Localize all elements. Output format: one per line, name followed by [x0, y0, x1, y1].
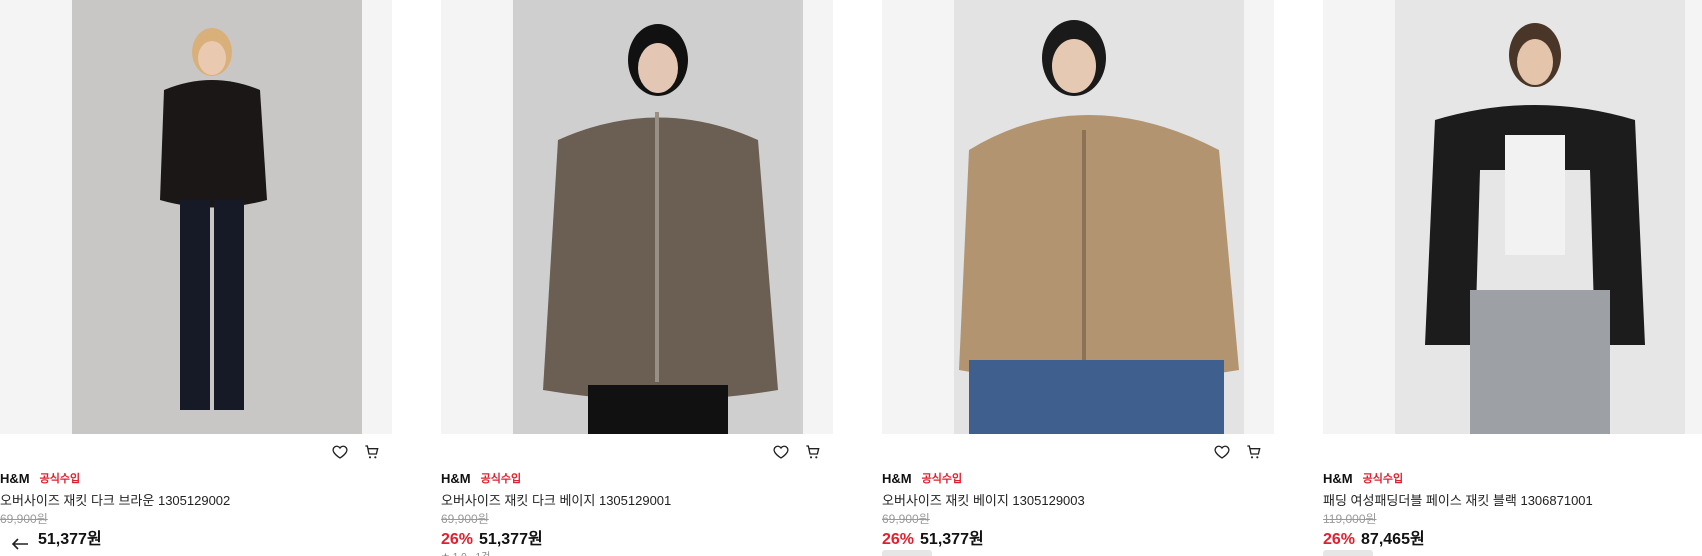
product-card[interactable]: H&M 공식수입 오버사이즈 재킷 다크 베이지 1305129001 69,9… [441, 0, 833, 556]
rating-summary: ★ 1.0 · 1건 [441, 548, 490, 556]
model-image [1395, 0, 1685, 434]
model-image [954, 0, 1244, 434]
product-grid: H&M 공식수입 오버사이즈 재킷 다크 브라운 1305129002 69,9… [0, 0, 1702, 556]
price-row: 51,377원 [38, 525, 102, 549]
promo-badge [1323, 550, 1373, 556]
product-card[interactable]: H&M 공식수입 오버사이즈 재킷 다크 브라운 1305129002 69,9… [0, 0, 392, 556]
product-photo[interactable] [1323, 0, 1702, 434]
discount-rate: 26% [1323, 531, 1356, 548]
product-name[interactable]: 패딩 여성패딩더블 페이스 재킷 블랙 1306871001 [1323, 490, 1593, 509]
product-photo[interactable] [0, 0, 392, 434]
sale-price: 51,377원 [920, 531, 984, 548]
brand-row: H&M 공식수입 [0, 470, 80, 486]
cart-icon[interactable] [1244, 442, 1264, 462]
official-badge: 공식수입 [1362, 473, 1404, 485]
heart-icon[interactable] [1212, 442, 1232, 462]
product-name[interactable]: 오버사이즈 재킷 다크 브라운 1305129002 [0, 490, 230, 509]
product-card[interactable]: H&M 공식수입 패딩 여성패딩더블 페이스 재킷 블랙 1306871001 … [1323, 0, 1702, 556]
cart-icon[interactable] [362, 442, 382, 462]
model-image [72, 0, 362, 434]
model-image [513, 0, 803, 434]
brand-name[interactable]: H&M [882, 471, 912, 486]
product-card[interactable]: H&M 공식수입 오버사이즈 재킷 베이지 1305129003 69,900원… [882, 0, 1274, 556]
card-actions [330, 442, 382, 462]
brand-row: H&M 공식수입 [441, 470, 521, 486]
price-row: 26% 51,377원 [882, 525, 984, 549]
brand-row: H&M 공식수입 [882, 470, 962, 486]
brand-name[interactable]: H&M [1323, 471, 1353, 486]
product-photo[interactable] [441, 0, 833, 434]
brand-name[interactable]: H&M [441, 471, 471, 486]
price-row: 26% 51,377원 [441, 525, 543, 549]
official-badge: 공식수입 [39, 473, 81, 485]
product-photo[interactable] [882, 0, 1274, 434]
heart-icon[interactable] [330, 442, 350, 462]
sale-price: 51,377원 [479, 531, 543, 548]
heart-icon[interactable] [771, 442, 791, 462]
product-name[interactable]: 오버사이즈 재킷 베이지 1305129003 [882, 490, 1085, 509]
sale-price: 51,377원 [38, 531, 102, 548]
arrow-left-icon [11, 538, 28, 550]
cart-icon[interactable] [803, 442, 823, 462]
official-badge: 공식수입 [480, 473, 522, 485]
card-actions [771, 442, 823, 462]
carousel-prev-button[interactable] [6, 532, 34, 556]
card-actions [1212, 442, 1264, 462]
brand-name[interactable]: H&M [0, 471, 30, 486]
promo-badge [882, 550, 932, 556]
sale-price: 87,465원 [1361, 531, 1425, 548]
product-name[interactable]: 오버사이즈 재킷 다크 베이지 1305129001 [441, 490, 671, 509]
price-row: 26% 87,465원 [1323, 525, 1425, 549]
discount-rate: 26% [882, 531, 915, 548]
official-badge: 공식수입 [921, 473, 963, 485]
discount-rate: 26% [441, 531, 474, 548]
brand-row: H&M 공식수입 [1323, 470, 1403, 486]
